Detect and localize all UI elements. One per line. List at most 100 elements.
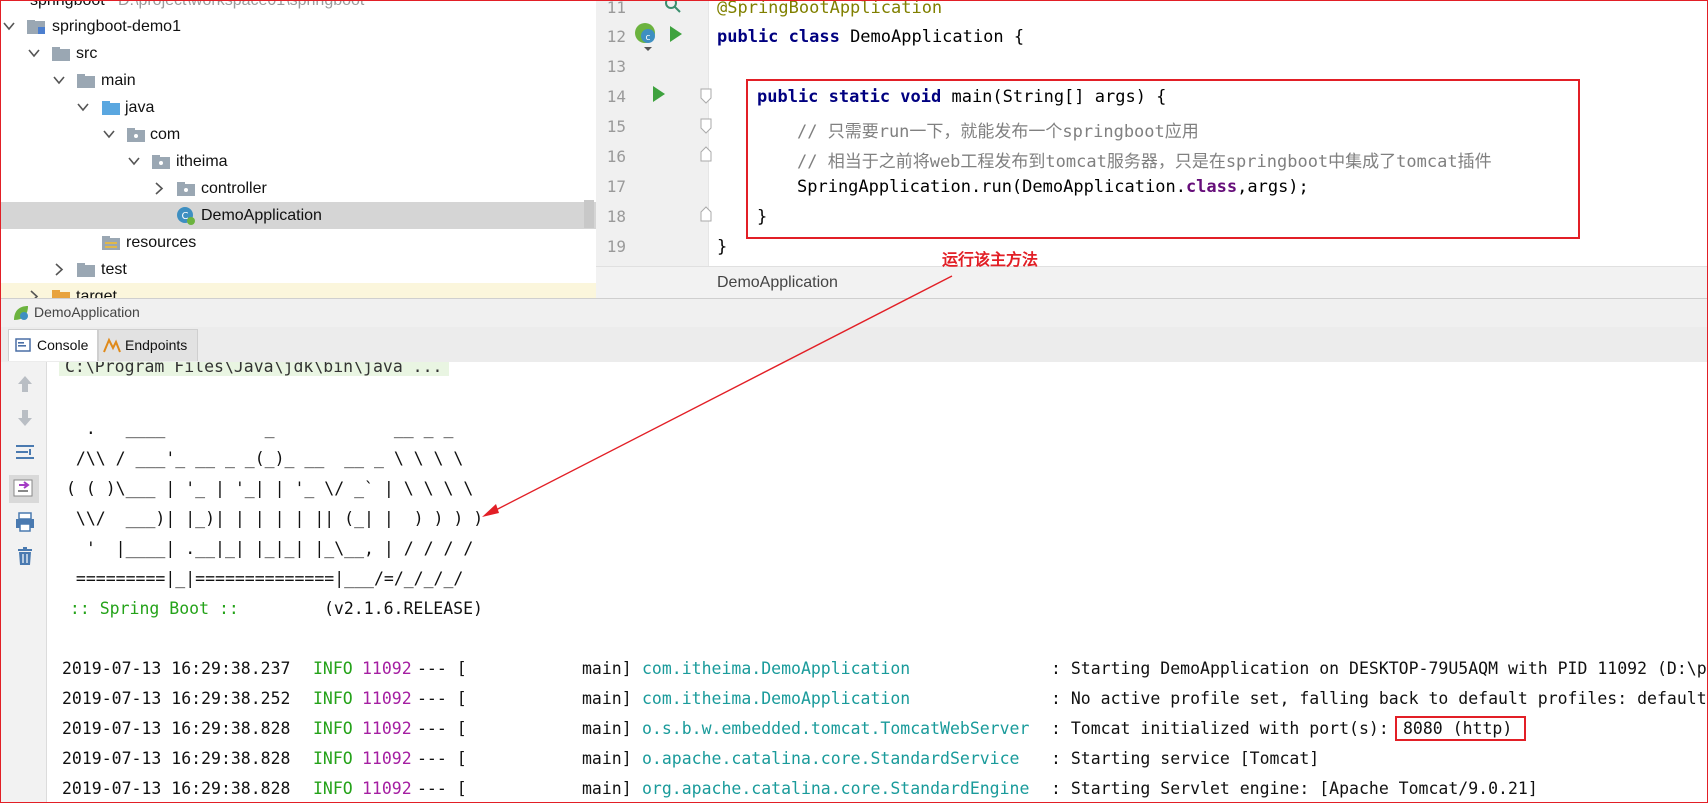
breadcrumb-item[interactable]: DemoApplication: [717, 274, 838, 292]
spring-run-icon: [14, 306, 28, 320]
trash-icon[interactable]: [14, 545, 36, 567]
excluded-folder-icon: [52, 290, 70, 298]
tree-item-label: java: [125, 99, 155, 116]
tree-item-target[interactable]: target: [0, 283, 596, 298]
tree-item-com[interactable]: com: [0, 121, 596, 148]
run-icon[interactable]: [651, 85, 667, 103]
banner-line: =========|_|==============|___/=/_/_/_/: [66, 569, 464, 588]
tab-console[interactable]: Console: [8, 329, 98, 361]
tab-endpoints[interactable]: Endpoints: [98, 329, 198, 361]
log-message: : Starting Servlet engine: [Apache Tomca…: [1051, 779, 1538, 798]
annotation-label: 运行该主方法: [942, 252, 1039, 269]
tree-item-resources[interactable]: resources: [0, 229, 596, 256]
line-number: 13: [606, 57, 626, 76]
fold-end-icon[interactable]: [700, 206, 712, 222]
chevron-down-icon[interactable]: [102, 121, 116, 148]
log-logger: com.itheima.DemoApplication: [642, 689, 911, 708]
spring-bean-icon[interactable]: c: [634, 21, 662, 51]
print-icon[interactable]: [14, 511, 36, 533]
package-icon: [177, 182, 195, 196]
resources-folder-icon: [102, 236, 120, 250]
tab-label: Endpoints: [125, 337, 188, 353]
log-separator: --- [: [417, 719, 467, 738]
source-folder-icon: [102, 101, 120, 115]
tree-item-label: com: [150, 126, 181, 143]
spring-boot-version: (v2.1.6.RELEASE): [324, 599, 483, 618]
chevron-down-icon[interactable]: [76, 94, 90, 121]
chevron-down-icon[interactable]: [52, 67, 66, 94]
banner-line: . ____ _ __ _ _: [66, 419, 454, 438]
chevron-right-icon[interactable]: [27, 283, 41, 298]
svg-text:c: c: [646, 33, 651, 43]
log-time: 2019-07-13 16:29:38.237: [62, 659, 291, 678]
console-icon: [15, 338, 31, 352]
tree-item-itheima[interactable]: itheima: [0, 148, 596, 175]
chevron-down-icon[interactable]: [27, 40, 41, 67]
tree-item-java[interactable]: java: [0, 94, 596, 121]
log-pid: 11092: [362, 689, 412, 708]
line-number: 11: [606, 0, 626, 17]
line-number: 15: [606, 117, 626, 136]
chevron-down-icon[interactable]: [2, 13, 16, 40]
chevron-down-icon[interactable]: [127, 148, 141, 175]
log-time: 2019-07-13 16:29:38.828: [62, 719, 291, 738]
log-thread: main]: [582, 719, 632, 738]
fold-end-icon[interactable]: [700, 146, 712, 162]
tree-scrollbar[interactable]: [584, 200, 594, 228]
main-method-highlight: [746, 79, 1580, 239]
log-time: 2019-07-13 16:29:38.828: [62, 779, 291, 798]
tree-item-path: D:\project\workspace01\springboot: [118, 0, 365, 9]
banner-line: ( ( )\___ | '_ | '_| | '_ \/ _` | \ \ \ …: [66, 479, 474, 498]
log-logger: o.apache.catalina.core.StandardService: [642, 749, 1020, 768]
code-text: DemoApplication {: [839, 27, 1025, 47]
folder-icon: [52, 47, 70, 61]
tab-label: Console: [37, 337, 89, 353]
chevron-right-icon[interactable]: [52, 256, 66, 283]
code-line-11: @SpringBootApplication: [717, 0, 943, 18]
breadcrumb[interactable]: DemoApplication: [596, 266, 1708, 299]
code-line-12: public class DemoApplication {: [717, 27, 1024, 47]
port-highlight: 8080 (http): [1395, 716, 1527, 741]
log-time: 2019-07-13 16:29:38.252: [62, 689, 291, 708]
tree-item-main[interactable]: main: [0, 67, 596, 94]
run-window-title: DemoApplication: [34, 304, 140, 320]
run-tabs: Console Endpoints: [0, 327, 1708, 363]
log-message: : No active profile set, falling back to…: [1051, 689, 1707, 708]
tree-item-label: itheima: [176, 153, 228, 170]
tree-item-src[interactable]: src: [0, 40, 596, 67]
log-level: INFO: [313, 779, 353, 798]
fold-icon[interactable]: [700, 118, 712, 134]
log-level: INFO: [313, 689, 353, 708]
module-folder-icon: [27, 20, 45, 34]
tree-item-test[interactable]: test: [0, 256, 596, 283]
log-thread: main]: [582, 749, 632, 768]
tree-item-module[interactable]: springboot-demo1: [0, 13, 596, 40]
console-output[interactable]: C:\Program Files\Java\jdk\bin\java ... .…: [47, 362, 1708, 803]
fold-icon[interactable]: [700, 88, 712, 104]
arrow-up-icon[interactable]: [14, 373, 36, 395]
log-separator: --- [: [417, 659, 467, 678]
arrow-down-icon[interactable]: [14, 407, 36, 429]
soft-wrap-icon[interactable]: [14, 441, 36, 463]
tree-item-controller[interactable]: controller: [0, 175, 596, 202]
tree-item-label: main: [101, 72, 136, 89]
log-pid: 11092: [362, 659, 412, 678]
tree-item-demoapplication[interactable]: C DemoApplication: [0, 202, 596, 229]
line-number: 17: [606, 177, 626, 196]
log-pid: 11092: [362, 749, 412, 768]
log-thread: main]: [582, 659, 632, 678]
scroll-to-end-icon[interactable]: [9, 475, 39, 503]
log-level: INFO: [313, 659, 353, 678]
chevron-right-icon[interactable]: [152, 175, 166, 202]
log-pid: 11092: [362, 719, 412, 738]
tree-item-label: resources: [126, 234, 197, 251]
log-logger: com.itheima.DemoApplication: [642, 659, 911, 678]
tree-item-root[interactable]: springboot D:\project\workspace01\spring…: [0, 0, 596, 14]
log-logger: org.apache.catalina.core.StandardEngine: [642, 779, 1030, 798]
tree-item-label: controller: [201, 180, 267, 197]
spring-boot-label: :: Spring Boot ::: [60, 599, 239, 618]
find-usages-icon[interactable]: [662, 0, 684, 14]
run-icon[interactable]: [668, 25, 684, 43]
log-thread: main]: [582, 779, 632, 798]
tree-item-label: test: [101, 261, 127, 278]
